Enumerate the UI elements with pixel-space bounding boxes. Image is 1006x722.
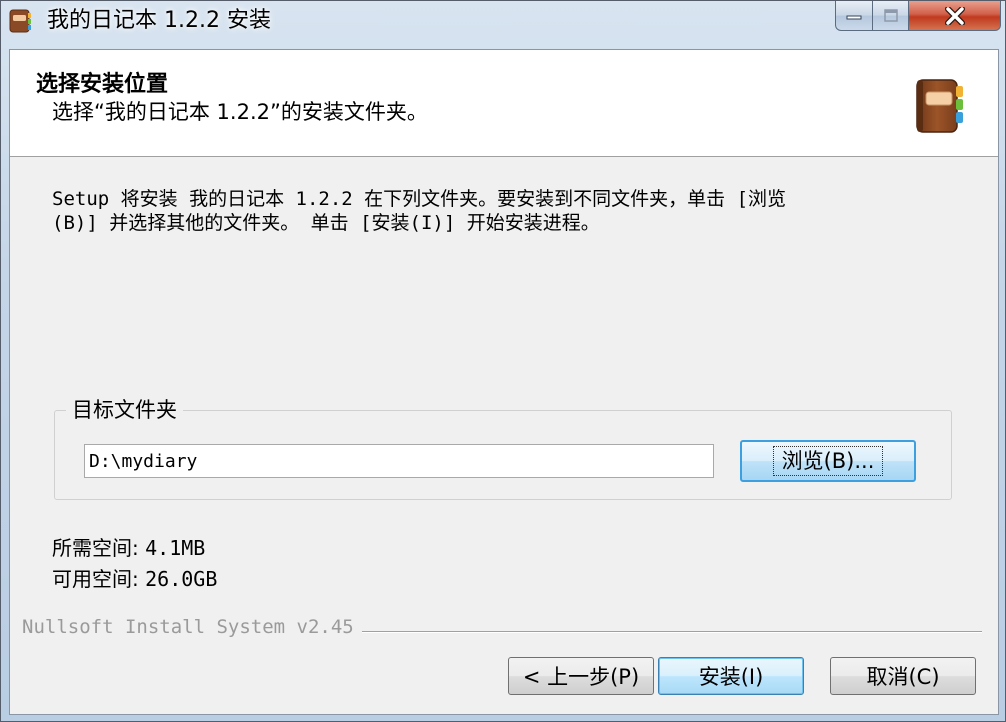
page-title: 选择安装位置 <box>36 72 169 97</box>
maximize-button[interactable] <box>873 1 909 31</box>
close-button[interactable] <box>909 1 1001 31</box>
caption-buttons <box>835 1 1001 31</box>
diary-book-icon <box>9 9 31 33</box>
space-required-value: 4.1MB <box>145 536 206 560</box>
install-button[interactable]: 安装(I) <box>658 657 804 695</box>
destination-path-input[interactable] <box>84 444 714 478</box>
diary-book-icon <box>913 78 965 134</box>
browse-button-label: 浏览(B)... <box>772 446 884 476</box>
space-available-value: 26.0GB <box>145 567 218 591</box>
installer-branding: Nullsoft Install System v2.45 <box>22 616 362 638</box>
browse-button[interactable]: 浏览(B)... <box>740 440 916 482</box>
page-header: 选择安装位置 选择“我的日记本 1.2.2”的安装文件夹。 <box>10 50 998 157</box>
space-available: 可用空间: 26.0GB <box>52 563 217 592</box>
close-icon <box>944 6 965 25</box>
destination-folder-label: 目标文件夹 <box>66 397 183 423</box>
space-required: 所需空间: 4.1MB <box>52 532 205 561</box>
window-title: 我的日记本 1.2.2 安装 <box>47 8 271 33</box>
installer-window: 我的日记本 1.2.2 安装 选择安装位置 选择“我的日记本 1.2.2”的安装… <box>0 0 1006 722</box>
minimize-icon <box>846 15 862 19</box>
space-available-label: 可用空间: <box>52 567 146 591</box>
cancel-button[interactable]: 取消(C) <box>830 657 976 695</box>
page-subtitle: 选择“我的日记本 1.2.2”的安装文件夹。 <box>52 100 428 124</box>
space-required-label: 所需空间: <box>52 536 146 560</box>
instruction-text: Setup 将安装 我的日记本 1.2.2 在下列文件夹。要安装到不同文件夹，单… <box>52 187 972 235</box>
title-bar[interactable]: 我的日记本 1.2.2 安装 <box>1 1 1005 45</box>
back-button[interactable]: < 上一步(P) <box>508 657 654 695</box>
minimize-button[interactable] <box>835 1 873 31</box>
instruction-line-2: (B)] 并选择其他的文件夹。 单击 [安装(I)] 开始安装进程。 <box>52 212 600 234</box>
instruction-line-1: Setup 将安装 我的日记本 1.2.2 在下列文件夹。要安装到不同文件夹，单… <box>52 188 787 210</box>
installer-client-area: 选择安装位置 选择“我的日记本 1.2.2”的安装文件夹。 Setup 将安装 … <box>9 49 999 715</box>
maximize-icon <box>883 8 898 22</box>
